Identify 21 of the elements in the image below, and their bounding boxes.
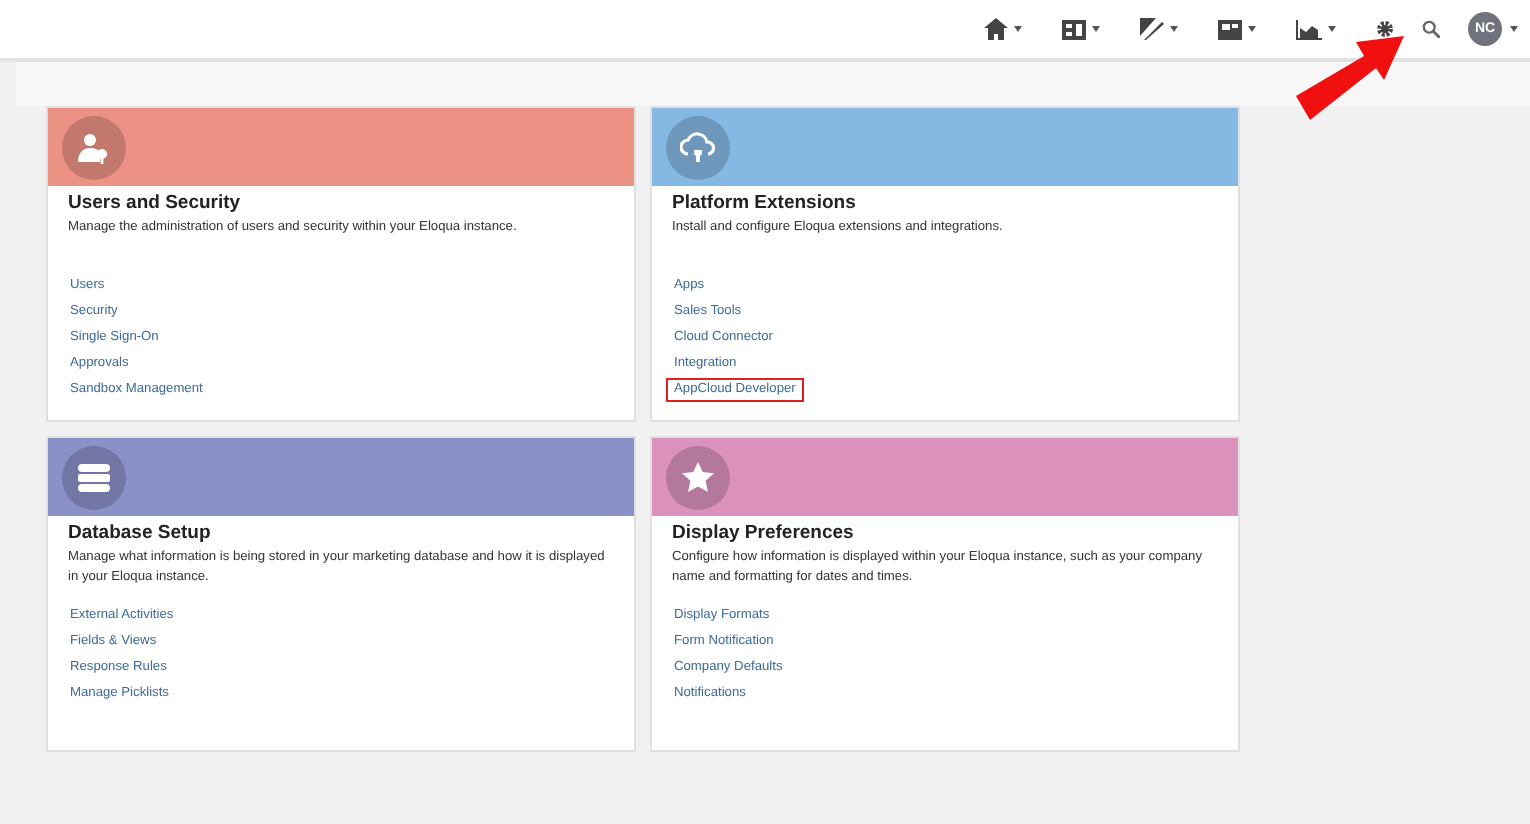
user-key-icon: [78, 131, 110, 163]
dashboard-icon[interactable]: [1062, 19, 1086, 39]
card-title: Users and Security: [68, 192, 243, 216]
caret-icon: [1170, 26, 1178, 32]
card-title: Database Setup: [68, 522, 213, 546]
caret-icon: [1248, 26, 1256, 32]
image-icon[interactable]: [1218, 19, 1242, 39]
chart-icon[interactable]: [1296, 19, 1322, 39]
caret-icon: [1328, 26, 1336, 32]
settings-icon[interactable]: [1376, 20, 1394, 38]
database-icon: [78, 463, 110, 491]
card-title: Platform Extensions: [672, 192, 858, 216]
star-icon: [682, 462, 714, 492]
card-title: Display Preferences: [672, 522, 856, 546]
caret-icon: [1092, 26, 1100, 32]
cloud-plug-icon: [680, 131, 716, 163]
caret-icon: [1014, 26, 1022, 32]
home-icon[interactable]: [984, 18, 1008, 40]
pen-icon[interactable]: [1140, 18, 1164, 40]
search-icon[interactable]: [1422, 20, 1440, 38]
caret-icon: [1510, 26, 1518, 32]
